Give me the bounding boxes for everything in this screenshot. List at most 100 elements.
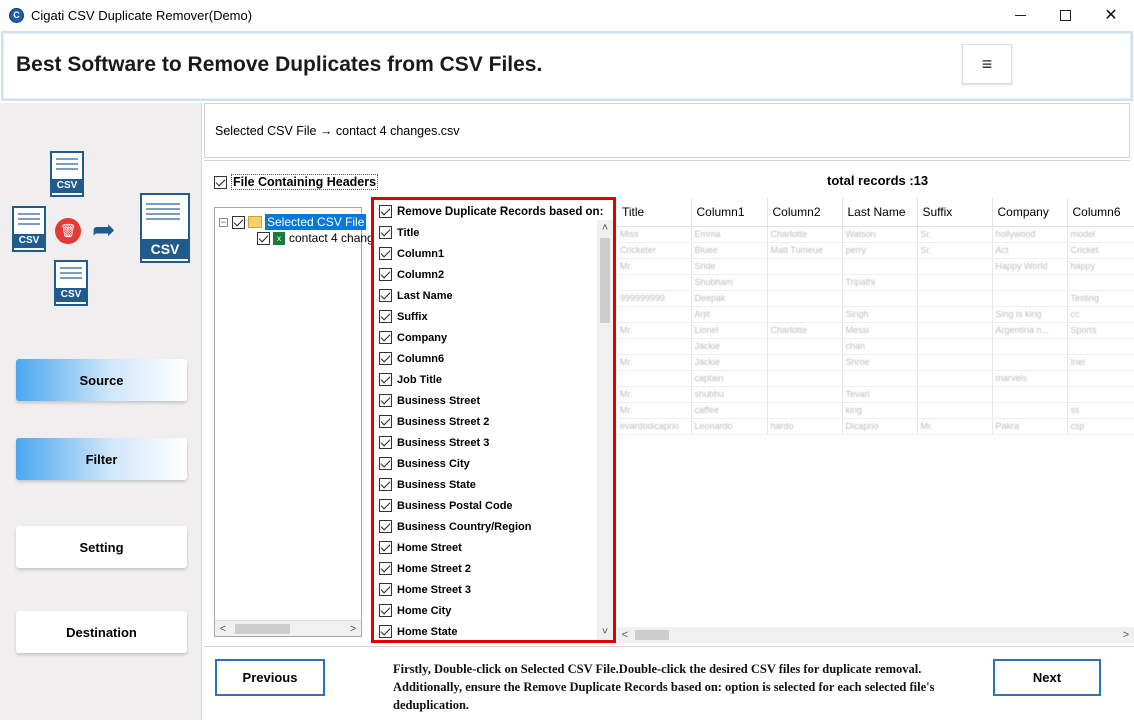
column-checkbox[interactable]: [379, 583, 392, 596]
column-checkbox[interactable]: [379, 625, 392, 638]
table-cell[interactable]: Sr.: [917, 226, 993, 243]
column-checkbox[interactable]: [379, 289, 392, 302]
table-row[interactable]: evardodicaprio Leonardo hardo Dicaprio Mr. Pa…: [617, 418, 1134, 435]
column-header[interactable]: Company: [992, 198, 1068, 227]
column-checkbox-item[interactable]: Home Street 3: [379, 583, 471, 596]
table-cell[interactable]: [917, 258, 993, 275]
tree-root-label[interactable]: Selected CSV File: [265, 214, 367, 230]
table-cell[interactable]: csp: [1067, 418, 1134, 435]
scroll-right-icon[interactable]: >: [1118, 627, 1134, 643]
column-checkbox-item[interactable]: Column2: [379, 268, 444, 281]
table-cell[interactable]: Miss: [617, 226, 692, 243]
table-cell[interactable]: Cricket: [1067, 242, 1134, 259]
table-cell[interactable]: Inel: [1067, 354, 1134, 371]
column-checkbox-item[interactable]: Home Street: [379, 541, 462, 554]
table-row[interactable]: Mr. Jackie Shroe Inel: [617, 354, 1134, 371]
table-cell[interactable]: Argentina n...: [992, 322, 1068, 339]
table-cell[interactable]: king: [842, 402, 918, 419]
preview-horizontal-scrollbar[interactable]: < >: [617, 627, 1134, 643]
menu-button[interactable]: ≡: [962, 44, 1012, 84]
column-checkbox-item[interactable]: Business Country/Region: [379, 520, 531, 533]
previous-button[interactable]: Previous: [215, 659, 325, 696]
next-button[interactable]: Next: [993, 659, 1101, 696]
column-checkbox[interactable]: [379, 604, 392, 617]
table-cell[interactable]: [842, 290, 918, 307]
table-cell[interactable]: [767, 338, 843, 355]
table-row[interactable]: Mr. caffee king ss: [617, 402, 1134, 419]
table-cell[interactable]: [617, 306, 692, 323]
table-cell[interactable]: Matt Tumeue: [767, 242, 843, 259]
table-cell[interactable]: [917, 290, 993, 307]
column-header[interactable]: Title: [617, 198, 692, 227]
table-cell[interactable]: [767, 274, 843, 291]
nav-setting-button[interactable]: Setting: [16, 526, 187, 568]
table-cell[interactable]: caffee: [691, 402, 768, 419]
table-cell[interactable]: Mr.: [617, 354, 692, 371]
table-cell[interactable]: Charlotte: [767, 226, 843, 243]
column-checkbox-item[interactable]: Home Street 2: [379, 562, 471, 575]
table-cell[interactable]: Tripathi: [842, 274, 918, 291]
table-cell[interactable]: model: [1067, 226, 1134, 243]
table-cell[interactable]: Shubham: [691, 274, 768, 291]
remove-duplicates-header-item[interactable]: Remove Duplicate Records based on:: [379, 205, 603, 218]
table-cell[interactable]: Sride: [691, 258, 768, 275]
table-cell[interactable]: [767, 258, 843, 275]
table-cell[interactable]: Bluee: [691, 242, 768, 259]
column-checkbox[interactable]: [379, 373, 392, 386]
table-cell[interactable]: Sing is king: [992, 306, 1068, 323]
column-checkbox-item[interactable]: Column1: [379, 247, 444, 260]
column-checkbox-item[interactable]: Job Title: [379, 373, 442, 386]
table-cell[interactable]: marvels: [992, 370, 1068, 387]
table-cell[interactable]: [992, 402, 1068, 419]
column-checkbox[interactable]: [379, 247, 392, 260]
headers-checkbox-row[interactable]: File Containing Headers: [214, 174, 379, 190]
table-cell[interactable]: Mr.: [617, 386, 692, 403]
table-cell[interactable]: cc: [1067, 306, 1134, 323]
table-cell[interactable]: Emma: [691, 226, 768, 243]
column-checkbox-item[interactable]: Business State: [379, 478, 476, 491]
close-button[interactable]: ✕: [1088, 0, 1134, 30]
table-cell[interactable]: [617, 338, 692, 355]
table-cell[interactable]: [992, 290, 1068, 307]
scroll-right-icon[interactable]: >: [345, 621, 361, 637]
column-checkbox[interactable]: [379, 310, 392, 323]
headers-checkbox-label[interactable]: File Containing Headers: [231, 174, 379, 190]
table-cell[interactable]: [1067, 338, 1134, 355]
table-cell[interactable]: Arjit: [691, 306, 768, 323]
table-cell[interactable]: Jackie: [691, 338, 768, 355]
column-header[interactable]: Column2: [767, 198, 843, 227]
column-header[interactable]: Column6: [1067, 198, 1134, 227]
table-cell[interactable]: Watson: [842, 226, 918, 243]
column-checkbox[interactable]: [379, 268, 392, 281]
table-cell[interactable]: [1067, 370, 1134, 387]
table-cell[interactable]: Mr.: [617, 402, 692, 419]
column-checkbox-item[interactable]: Home State: [379, 625, 458, 638]
column-checkbox[interactable]: [379, 457, 392, 470]
table-cell[interactable]: [917, 338, 993, 355]
table-cell[interactable]: Lionel: [691, 322, 768, 339]
table-cell[interactable]: Leonardo: [691, 418, 768, 435]
table-row[interactable]: 999999999 Deepak Testing: [617, 290, 1134, 307]
maximize-button[interactable]: [1042, 0, 1088, 30]
table-cell[interactable]: [767, 290, 843, 307]
table-cell[interactable]: hardo: [767, 418, 843, 435]
table-cell[interactable]: captain: [691, 370, 768, 387]
table-cell[interactable]: 999999999: [617, 290, 692, 307]
table-row[interactable]: Jackie chan: [617, 338, 1134, 355]
column-checkbox[interactable]: [379, 541, 392, 554]
column-list-vertical-scrollbar[interactable]: ˄ ˅: [597, 220, 613, 640]
table-cell[interactable]: [992, 386, 1068, 403]
file-tree[interactable]: − Selected CSV File x contact 4 chang < …: [214, 207, 374, 637]
table-cell[interactable]: Mr.: [617, 258, 692, 275]
nav-destination-button[interactable]: Destination: [16, 611, 187, 653]
column-checkbox[interactable]: [379, 415, 392, 428]
table-cell[interactable]: Mr.: [917, 418, 993, 435]
table-cell[interactable]: [917, 354, 993, 371]
scroll-down-icon[interactable]: ˅: [597, 624, 613, 640]
table-cell[interactable]: ss: [1067, 402, 1134, 419]
remove-duplicates-checkbox[interactable]: [379, 205, 392, 218]
table-cell[interactable]: Tevari: [842, 386, 918, 403]
table-cell[interactable]: [992, 274, 1068, 291]
column-checkbox-item[interactable]: Business Street 2: [379, 415, 489, 428]
tree-root-item[interactable]: − Selected CSV File: [219, 214, 367, 230]
